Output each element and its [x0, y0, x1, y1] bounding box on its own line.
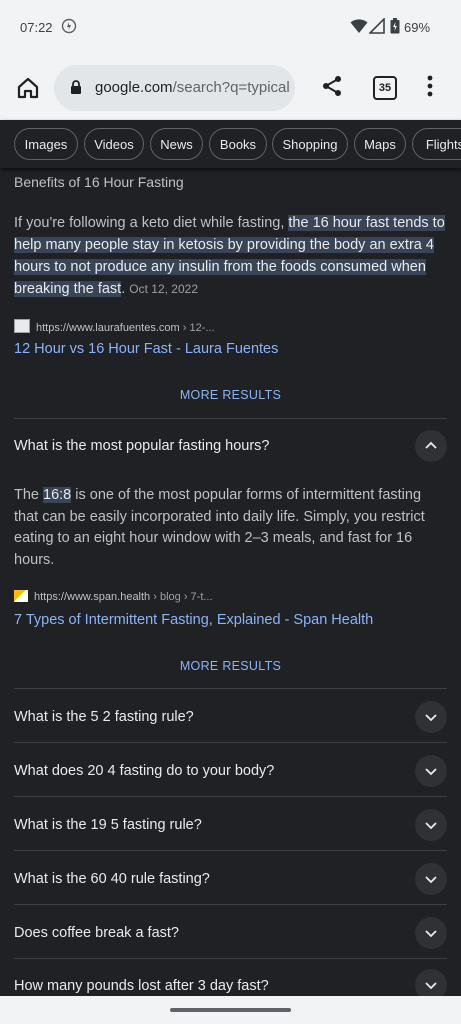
snippet-text-end: . [121, 281, 126, 297]
featured-snippet: If you're following a keto diet while fa… [14, 212, 446, 300]
source-url: https://www.span.health [34, 591, 151, 603]
snippet-date: Oct 12, 2022 [129, 282, 198, 296]
more-results-button[interactable]: MORE RESULTS [0, 388, 461, 402]
divider [14, 904, 447, 905]
data-saver-icon [61, 18, 77, 39]
question-3-day-fast[interactable]: How many pounds lost after 3 day fast? [14, 978, 269, 994]
url-domain: google.com [95, 79, 173, 96]
question-5-2-rule[interactable]: What is the 5 2 fasting rule? [14, 709, 194, 725]
tab-switcher-button[interactable]: 35 [373, 76, 397, 100]
answer-text-end: is one of the most popular forms of inte… [14, 487, 425, 568]
navigation-bar [0, 996, 461, 1024]
laurafuentes-favicon-icon [14, 319, 30, 333]
expand-button[interactable] [415, 863, 447, 895]
chip-images[interactable]: Images [14, 128, 78, 160]
question-19-5-rule[interactable]: What is the 19 5 fasting rule? [14, 817, 202, 833]
expand-button[interactable] [415, 701, 447, 733]
divider [14, 418, 447, 419]
divider [14, 958, 447, 959]
collapse-button[interactable] [415, 430, 447, 462]
question-popular-hours[interactable]: What is the most popular fasting hours? [14, 438, 270, 454]
chip-flights[interactable]: Flights [412, 128, 461, 160]
gesture-handle[interactable] [170, 1008, 291, 1012]
question-20-4[interactable]: What does 20 4 fasting do to your body? [14, 763, 274, 779]
divider [14, 742, 447, 743]
clock: 07:22 [20, 20, 53, 35]
filter-chips: Images Videos News Books Shopping Maps F… [0, 120, 461, 168]
address-bar[interactable]: google.com/search?q=typical [54, 65, 295, 111]
divider [14, 796, 447, 797]
chevron-down-icon [425, 768, 437, 776]
share-icon[interactable] [320, 74, 344, 103]
chevron-down-icon [425, 876, 437, 884]
battery-percent: 69% [404, 20, 431, 35]
source-url: https://www.laurafuentes.com [36, 322, 180, 334]
expand-button[interactable] [415, 755, 447, 787]
result-link-laurafuentes[interactable]: 12 Hour vs 16 Hour Fast - Laura Fuentes [14, 341, 278, 357]
answer-text: The 16:8 is one of the most popular form… [14, 485, 446, 571]
snippet-text: If you're following a keto diet while fa… [14, 215, 289, 231]
chip-books[interactable]: Books [209, 128, 267, 160]
chevron-down-icon [425, 714, 437, 722]
featured-heading: Benefits of 16 Hour Fasting [14, 174, 184, 190]
answer-text-start: The [14, 487, 44, 503]
cell-signal-icon [368, 17, 385, 39]
browser-toolbar: google.com/search?q=typical 35 [0, 56, 461, 120]
divider [14, 688, 447, 689]
chevron-down-icon [425, 822, 437, 830]
more-results-button[interactable]: MORE RESULTS [0, 659, 461, 673]
span-health-favicon-icon [14, 590, 28, 602]
expand-button[interactable] [415, 917, 447, 949]
chevron-up-icon [425, 441, 437, 449]
battery-icon [390, 18, 400, 39]
answer-highlight: 16:8 [43, 487, 72, 503]
source-path: › blog › 7-t... [150, 591, 213, 603]
chip-news[interactable]: News [150, 128, 203, 160]
chip-maps[interactable]: Maps [354, 128, 406, 160]
source-laurafuentes[interactable]: https://www.laurafuentes.com › 12-... [14, 319, 215, 334]
home-icon[interactable] [12, 72, 44, 104]
status-bar: 07:22 69% [0, 0, 461, 56]
chip-shopping[interactable]: Shopping [272, 128, 348, 160]
source-path: › 12-... [179, 322, 215, 334]
url-path: /search?q=typical [172, 79, 289, 96]
expand-button[interactable] [415, 809, 447, 841]
url-text[interactable]: google.com/search?q=typical [95, 79, 289, 96]
chip-videos[interactable]: Videos [84, 128, 144, 160]
chevron-down-icon [425, 930, 437, 938]
source-span-health[interactable]: https://www.span.health › blog › 7-t... [14, 590, 213, 603]
lock-icon[interactable] [70, 79, 82, 100]
chevron-down-icon [425, 982, 437, 990]
more-vert-icon[interactable] [420, 74, 440, 103]
divider [14, 850, 447, 851]
question-60-40-rule[interactable]: What is the 60 40 rule fasting? [14, 871, 210, 887]
wifi-icon [350, 18, 368, 39]
result-link-span-health[interactable]: 7 Types of Intermittent Fasting, Explain… [14, 612, 373, 628]
question-coffee[interactable]: Does coffee break a fast? [14, 925, 179, 941]
